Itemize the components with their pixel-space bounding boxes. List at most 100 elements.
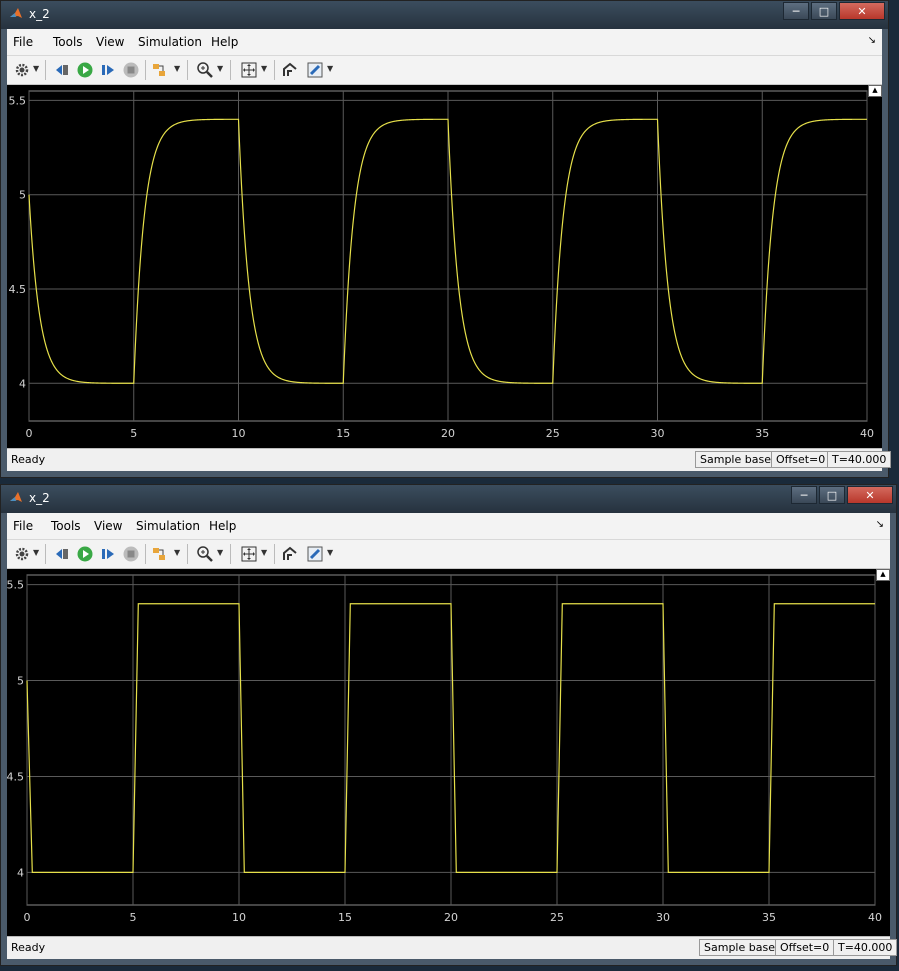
- scope-window-top: x_2 ─ □ ✕ File Tools View Simulation Hel…: [0, 0, 892, 478]
- x-tick-label: 15: [336, 427, 350, 440]
- menu-bar: File Tools View Simulation Help ↘: [7, 513, 890, 540]
- close-button[interactable]: ✕: [847, 486, 893, 504]
- style-pen-icon[interactable]: [306, 61, 324, 79]
- dropdown-arrow-icon[interactable]: ▼: [261, 64, 267, 73]
- menu-file[interactable]: File: [13, 519, 33, 533]
- status-ready: Ready: [11, 941, 46, 954]
- x-tick-label: 0: [26, 427, 33, 440]
- y-tick-label: 4: [17, 866, 24, 879]
- status-offset: Offset=0: [775, 939, 835, 956]
- restore-view-icon[interactable]: [281, 545, 299, 563]
- toolbar: ▼ ▼ ▼ ▼ ▼: [7, 540, 890, 569]
- dropdown-arrow-icon[interactable]: ▼: [327, 64, 333, 73]
- menu-bar: File Tools View Simulation Help ↘: [7, 29, 882, 56]
- x-tick-label: 20: [444, 911, 458, 924]
- title-bar[interactable]: x_2 ─ □ ✕: [1, 485, 896, 513]
- scope-chart: 0 5 10 15 20 25 30 35 40 4 4.5 5 5.5: [7, 574, 882, 924]
- menu-help[interactable]: Help: [209, 519, 236, 533]
- scope-plot-area[interactable]: 0 5 10 15 20 25 30 35 40 4 4.5 5 5.5 ▲: [7, 85, 882, 448]
- stop-icon[interactable]: [122, 545, 140, 563]
- collapse-toolbar-icon[interactable]: ↘: [868, 35, 876, 46]
- toolbar-separator: [274, 544, 275, 564]
- dropdown-arrow-icon[interactable]: ▼: [327, 548, 333, 557]
- menu-simulation[interactable]: Simulation: [136, 519, 200, 533]
- highlight-block-icon[interactable]: [151, 545, 169, 563]
- x-tick-label: 25: [550, 911, 564, 924]
- step-forward-icon[interactable]: [99, 61, 117, 79]
- status-ready: Ready: [11, 453, 46, 466]
- settings-gear-icon[interactable]: [13, 545, 31, 563]
- zoom-in-icon[interactable]: [196, 61, 214, 79]
- x-tick-label: 35: [762, 911, 776, 924]
- y-tick-label: 4: [19, 377, 26, 390]
- expand-legend-icon[interactable]: ▲: [868, 85, 882, 97]
- menu-view[interactable]: View: [94, 519, 122, 533]
- title-bar[interactable]: x_2 ─ □ ✕: [1, 1, 888, 29]
- menu-file[interactable]: File: [13, 35, 33, 49]
- x-tick-label: 5: [130, 427, 137, 440]
- status-time: T=40.000: [827, 451, 892, 468]
- y-tick-label: 5.5: [9, 94, 27, 107]
- menu-simulation[interactable]: Simulation: [138, 35, 202, 49]
- zoom-in-icon[interactable]: [196, 545, 214, 563]
- y-tick-label: 4.5: [7, 770, 24, 783]
- dropdown-arrow-icon[interactable]: ▼: [261, 548, 267, 557]
- x-tick-label: 10: [232, 427, 246, 440]
- highlight-block-icon[interactable]: [151, 61, 169, 79]
- menu-tools[interactable]: Tools: [53, 35, 83, 49]
- x-tick-label: 40: [860, 427, 874, 440]
- y-tick-label: 5: [19, 189, 26, 202]
- dropdown-arrow-icon[interactable]: ▼: [217, 64, 223, 73]
- fit-to-view-icon[interactable]: [240, 61, 258, 79]
- toolbar-separator: [230, 544, 231, 564]
- step-forward-icon[interactable]: [99, 545, 117, 563]
- matlab-logo-icon: [10, 492, 22, 502]
- minimize-button[interactable]: ─: [783, 2, 809, 20]
- status-offset: Offset=0: [771, 451, 831, 468]
- toolbar-separator: [274, 60, 275, 80]
- run-icon[interactable]: [76, 61, 94, 79]
- toolbar-separator: [45, 60, 46, 80]
- x-tick-label: 30: [656, 911, 670, 924]
- close-button[interactable]: ✕: [839, 2, 885, 20]
- status-time: T=40.000: [833, 939, 898, 956]
- toolbar: ▼ ▼ ▼ ▼ ▼: [7, 56, 882, 85]
- fit-to-view-icon[interactable]: [240, 545, 258, 563]
- menu-view[interactable]: View: [96, 35, 124, 49]
- maximize-button[interactable]: □: [811, 2, 837, 20]
- minimize-button[interactable]: ─: [791, 486, 817, 504]
- y-tick-label: 5.5: [7, 579, 24, 592]
- stop-icon[interactable]: [122, 61, 140, 79]
- dropdown-arrow-icon[interactable]: ▼: [174, 548, 180, 557]
- toolbar-separator: [45, 544, 46, 564]
- y-tick-label: 4.5: [9, 283, 27, 296]
- x-tick-label: 30: [651, 427, 665, 440]
- maximize-button[interactable]: □: [819, 486, 845, 504]
- run-icon[interactable]: [76, 545, 94, 563]
- dropdown-arrow-icon[interactable]: ▼: [174, 64, 180, 73]
- toolbar-separator: [187, 544, 188, 564]
- menu-help[interactable]: Help: [211, 35, 238, 49]
- window-title: x_2: [29, 491, 50, 505]
- toolbar-separator: [230, 60, 231, 80]
- dropdown-arrow-icon[interactable]: ▼: [33, 64, 39, 73]
- restore-view-icon[interactable]: [281, 61, 299, 79]
- x-tick-label: 0: [24, 911, 31, 924]
- step-back-icon[interactable]: [53, 61, 71, 79]
- dropdown-arrow-icon[interactable]: ▼: [217, 548, 223, 557]
- settings-gear-icon[interactable]: [13, 61, 31, 79]
- step-back-icon[interactable]: [53, 545, 71, 563]
- dropdown-arrow-icon[interactable]: ▼: [33, 548, 39, 557]
- x-tick-label: 15: [338, 911, 352, 924]
- status-sample-based: Sample based: [695, 451, 783, 468]
- expand-legend-icon[interactable]: ▲: [876, 569, 890, 581]
- scope-chart: 0 5 10 15 20 25 30 35 40 4 4.5 5 5.5: [9, 90, 874, 440]
- y-tick-label: 5: [17, 675, 24, 688]
- toolbar-separator: [145, 60, 146, 80]
- style-pen-icon[interactable]: [306, 545, 324, 563]
- menu-tools[interactable]: Tools: [51, 519, 81, 533]
- status-bar: Ready Sample based Offset=0 T=40.000: [7, 936, 898, 959]
- scope-plot-area[interactable]: 0 5 10 15 20 25 30 35 40 4 4.5 5 5.5 ▲: [7, 569, 890, 936]
- x-tick-label: 20: [441, 427, 455, 440]
- collapse-toolbar-icon[interactable]: ↘: [876, 519, 884, 530]
